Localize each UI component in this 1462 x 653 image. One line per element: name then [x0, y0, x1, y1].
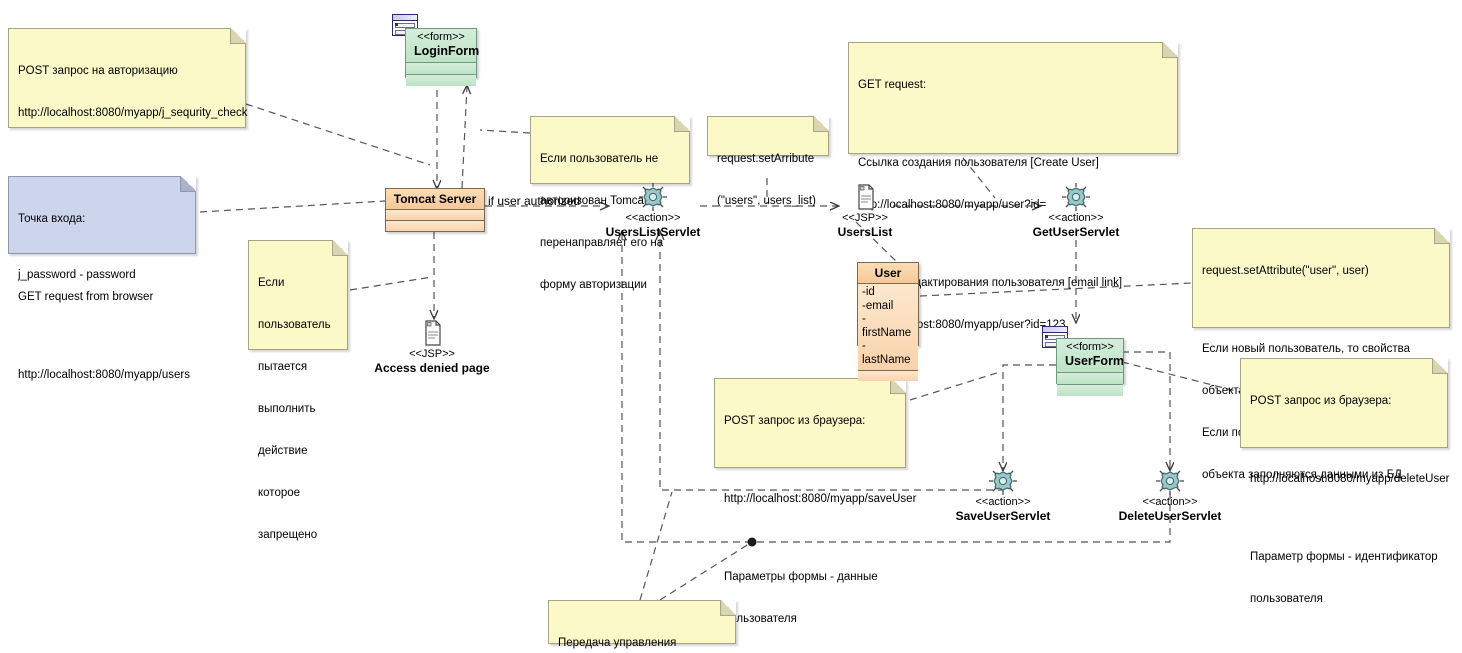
jsp-page-icon	[780, 182, 950, 212]
node-name-label: GetUserServlet	[1032, 225, 1120, 239]
note-line: пользователь	[258, 319, 331, 331]
class-name-label: LoginForm	[414, 44, 480, 58]
class-compartment	[406, 75, 476, 86]
node-users-list-servlet[interactable]: <<action>> UsersListServlet	[568, 182, 738, 239]
note-line: http://localhost:8080/myapp/j_sequrity_c…	[18, 107, 248, 119]
jsp-page-icon	[347, 318, 517, 348]
class-attribute: -firstName	[862, 313, 912, 339]
note-line: пользователя	[1250, 593, 1323, 605]
stereotype-label: <<form>>	[1066, 341, 1114, 353]
class-attribute: -lastName	[862, 340, 911, 366]
stereotype-label: <<action>>	[625, 212, 681, 224]
class-compartment	[858, 371, 918, 381]
note-line: Ссылка создания пользователя [Create Use…	[858, 157, 1099, 169]
note-line: request.setAttribute("user", user)	[1202, 265, 1369, 277]
note-line: GET request from browser	[18, 291, 154, 303]
note-line: Параметр формы - идентификатор	[1250, 551, 1438, 563]
note-line: Параметры формы - данные	[724, 571, 878, 583]
note-line: http://localhost:8080/myapp/users	[18, 369, 190, 381]
class-login-form-header: <<form>> LoginForm	[406, 29, 480, 63]
note-line: Если пользователь не	[540, 153, 659, 165]
note-line: Если	[258, 277, 285, 289]
node-name-label: UsersList	[837, 225, 893, 239]
note-line: POST запрос из браузера:	[724, 415, 866, 427]
note-line: Передача управления	[558, 637, 677, 649]
class-compartment	[1057, 373, 1123, 385]
note-line: выполнить	[258, 403, 316, 415]
note-set-users-attribute: request.setArribute ("users", users_list…	[707, 116, 829, 207]
class-login-form[interactable]: <<form>> LoginForm	[405, 28, 480, 86]
wire-userform-to-saveuser	[1003, 364, 1056, 470]
note-line: пользователя	[724, 613, 797, 625]
class-user-form-header: <<form>> UserForm	[1057, 339, 1125, 373]
class-user-form[interactable]: <<form>> UserForm	[1056, 338, 1125, 396]
note-line: GET request:	[858, 79, 927, 91]
wire-notauth-note	[479, 129, 531, 134]
class-compartment	[406, 63, 476, 75]
class-attribute: -email	[862, 299, 894, 312]
note-save-user-post: POST запрос из браузера: http://localhos…	[714, 378, 916, 625]
action-gear-icon	[568, 182, 738, 212]
node-delete-user-servlet[interactable]: <<action>> DeleteUserServlet	[1085, 466, 1255, 523]
note-line: действие	[258, 445, 308, 457]
node-access-denied-page[interactable]: <<JSP>> Access denied page	[347, 318, 517, 375]
wire-tomcat-to-loginform	[461, 86, 467, 189]
class-attribute: -id	[862, 286, 875, 298]
class-attributes: -id -email -firstName -lastName	[858, 284, 918, 371]
note-line: http://localhost:8080/myapp/saveUser	[724, 493, 917, 505]
class-name-label: Tomcat Server	[386, 189, 484, 210]
note-line: request.setArribute	[717, 153, 815, 165]
uml-diagram-canvas: POST запрос на авторизацию http://localh…	[0, 0, 1462, 653]
stereotype-label: <<form>>	[417, 31, 465, 43]
note-set-user-attribute: request.setAttribute("user", user) Если …	[1192, 228, 1450, 481]
class-user[interactable]: User -id -email -firstName -lastName	[857, 262, 919, 381]
note-entry-point: Точка входа: GET request from browser ht…	[8, 176, 196, 381]
class-compartment	[1057, 385, 1123, 396]
class-tomcat-server[interactable]: Tomcat Server	[385, 188, 485, 232]
note-line: http://localhost:8080/myapp/deleteUser	[1250, 473, 1450, 485]
note-line: пытается	[258, 361, 308, 373]
note-line: форму авторизации	[540, 279, 647, 291]
note-not-authorized: Если пользователь не авторизован Tomcat …	[530, 116, 690, 291]
class-name-label: UserForm	[1065, 354, 1125, 368]
wire-userform-to-deleteuser	[1122, 351, 1170, 470]
note-line: которое	[258, 487, 301, 499]
stereotype-label: <<action>>	[1142, 496, 1198, 508]
wire-savenote-to-branch	[909, 371, 1001, 401]
node-name-label: SaveUserServlet	[955, 509, 1051, 523]
note-line: Если новый пользователь, то свойства	[1202, 343, 1411, 355]
note-delete-user-post: POST запрос из браузера: http://localhos…	[1240, 358, 1449, 605]
note-transfer-control: Передача управления UsersListServlet	[548, 600, 736, 649]
node-save-user-servlet[interactable]: <<action>> SaveUserServlet	[918, 466, 1088, 523]
note-line: запрещено	[258, 529, 318, 541]
note-line: POST запрос на авторизацию	[18, 65, 178, 77]
node-users-list-jsp[interactable]: <<JSP>> UsersList	[780, 182, 950, 239]
wire-transfer-note-b	[639, 491, 673, 601]
action-gear-icon	[991, 182, 1161, 212]
node-name-label: Access denied page	[374, 361, 490, 375]
note-auth-post: POST запрос на авторизацию http://localh…	[8, 28, 248, 281]
wire-authnote-to-flow	[245, 103, 431, 166]
action-gear-icon	[918, 466, 1088, 496]
action-gear-icon	[1085, 466, 1255, 496]
note-line: Точка входа:	[18, 213, 86, 225]
note-get-request: GET request: Ссылка создания пользовател…	[848, 42, 1178, 331]
note-line: POST запрос из браузера:	[1250, 395, 1392, 407]
node-get-user-servlet[interactable]: <<action>> GetUserServlet	[991, 182, 1161, 239]
wire-forbidden-note	[349, 276, 433, 291]
node-name-label: UsersListServlet	[605, 225, 701, 239]
note-forbidden-action: Если пользователь пытается выполнить дей…	[248, 240, 348, 541]
stereotype-label: <<action>>	[975, 496, 1031, 508]
class-compartment	[386, 221, 484, 231]
stereotype-label: <<JSP>>	[409, 348, 455, 360]
class-compartment	[386, 210, 484, 221]
label-if-user-authorized: if user authorized	[488, 194, 581, 208]
node-name-label: DeleteUserServlet	[1118, 509, 1222, 523]
stereotype-label: <<action>>	[1048, 212, 1104, 224]
stereotype-label: <<JSP>>	[842, 212, 888, 224]
class-name-label: User	[858, 263, 918, 284]
